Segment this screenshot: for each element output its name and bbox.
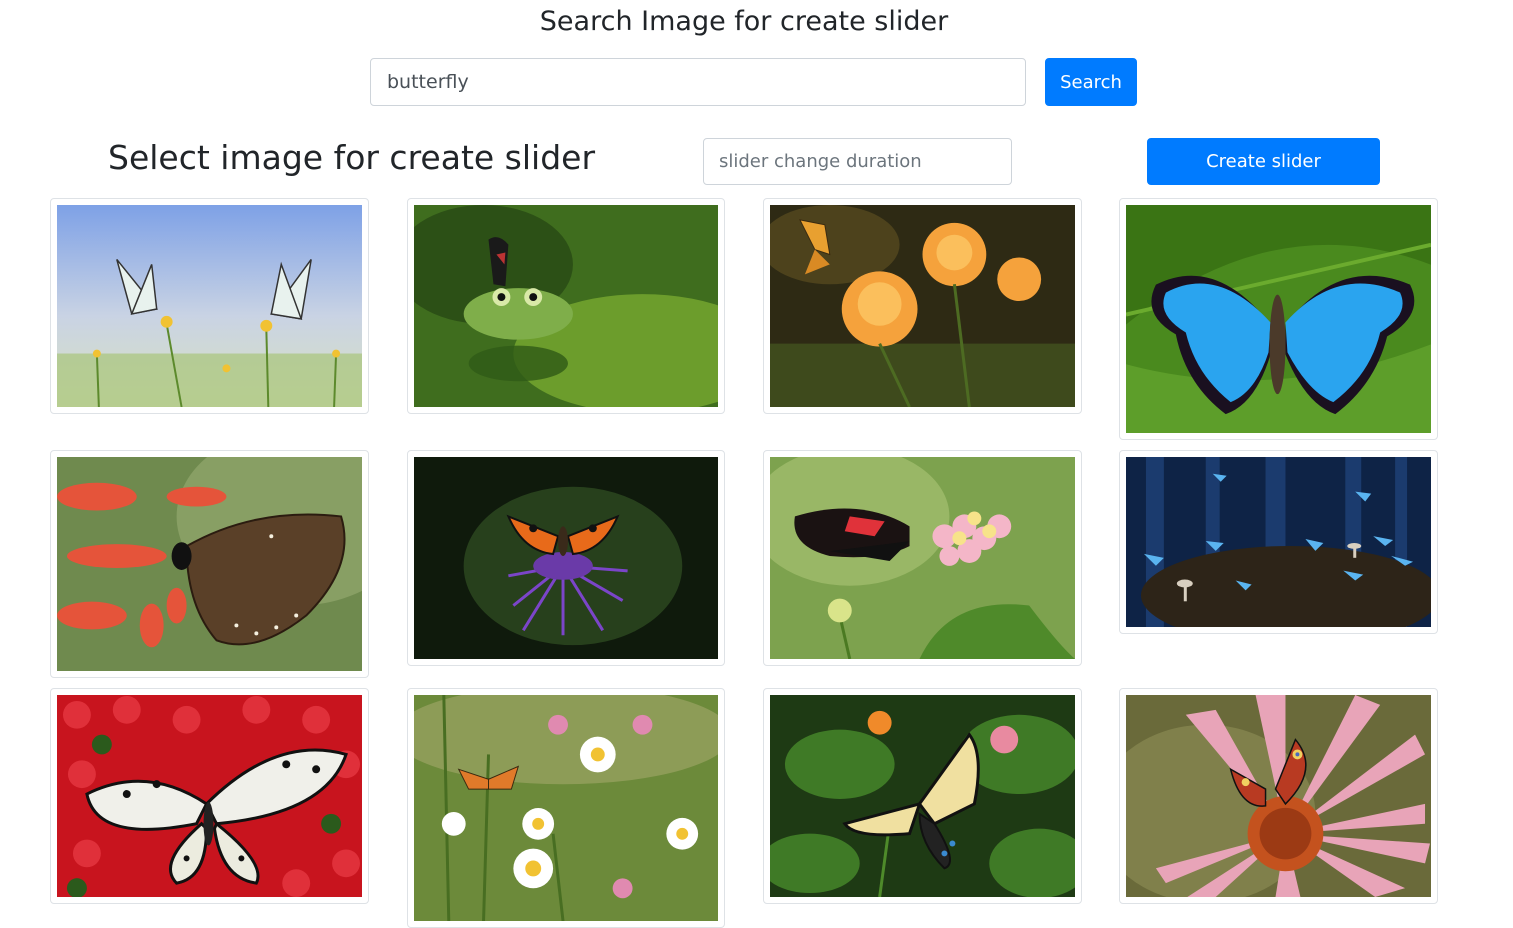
peacock-echinacea-image <box>1126 695 1431 897</box>
gallery-image[interactable] <box>763 450 1082 666</box>
brown-butterfly-red-flowers-image <box>57 457 362 671</box>
gallery-image[interactable] <box>407 450 725 666</box>
fritillary-orange-flowers-image <box>770 205 1075 407</box>
page-title: Search Image for create slider <box>539 6 949 37</box>
blue-butterflies-forest-image <box>1126 457 1431 627</box>
create-slider-button[interactable]: Create slider <box>1147 138 1380 185</box>
tortoiseshell-thistle-image <box>414 457 718 659</box>
gallery-image[interactable] <box>763 198 1082 414</box>
fritillary-daisies-image <box>414 695 718 921</box>
search-input[interactable] <box>370 58 1026 106</box>
gallery-image[interactable] <box>407 198 725 414</box>
postman-butterfly-lantana-image <box>770 457 1075 659</box>
paper-kite-red-flowers-image <box>57 695 362 897</box>
gallery-image[interactable] <box>1119 688 1438 904</box>
gallery-image[interactable] <box>50 688 369 904</box>
blue-morpho-leaf-image <box>1126 205 1431 433</box>
search-button[interactable]: Search <box>1045 58 1137 106</box>
gallery-image[interactable] <box>50 198 369 414</box>
swallowtail-green-leaves-image <box>770 695 1075 897</box>
white-butterflies-meadow-image <box>57 205 362 407</box>
gallery-image[interactable] <box>763 688 1082 904</box>
slider-heading: Select image for create slider <box>108 138 596 177</box>
gallery-image[interactable] <box>1119 198 1438 440</box>
gallery-image[interactable] <box>407 688 725 928</box>
butterfly-on-frog-image <box>414 205 718 407</box>
gallery-image[interactable] <box>1119 450 1438 634</box>
gallery-image[interactable] <box>50 450 369 678</box>
slider-duration-input[interactable] <box>703 138 1012 185</box>
